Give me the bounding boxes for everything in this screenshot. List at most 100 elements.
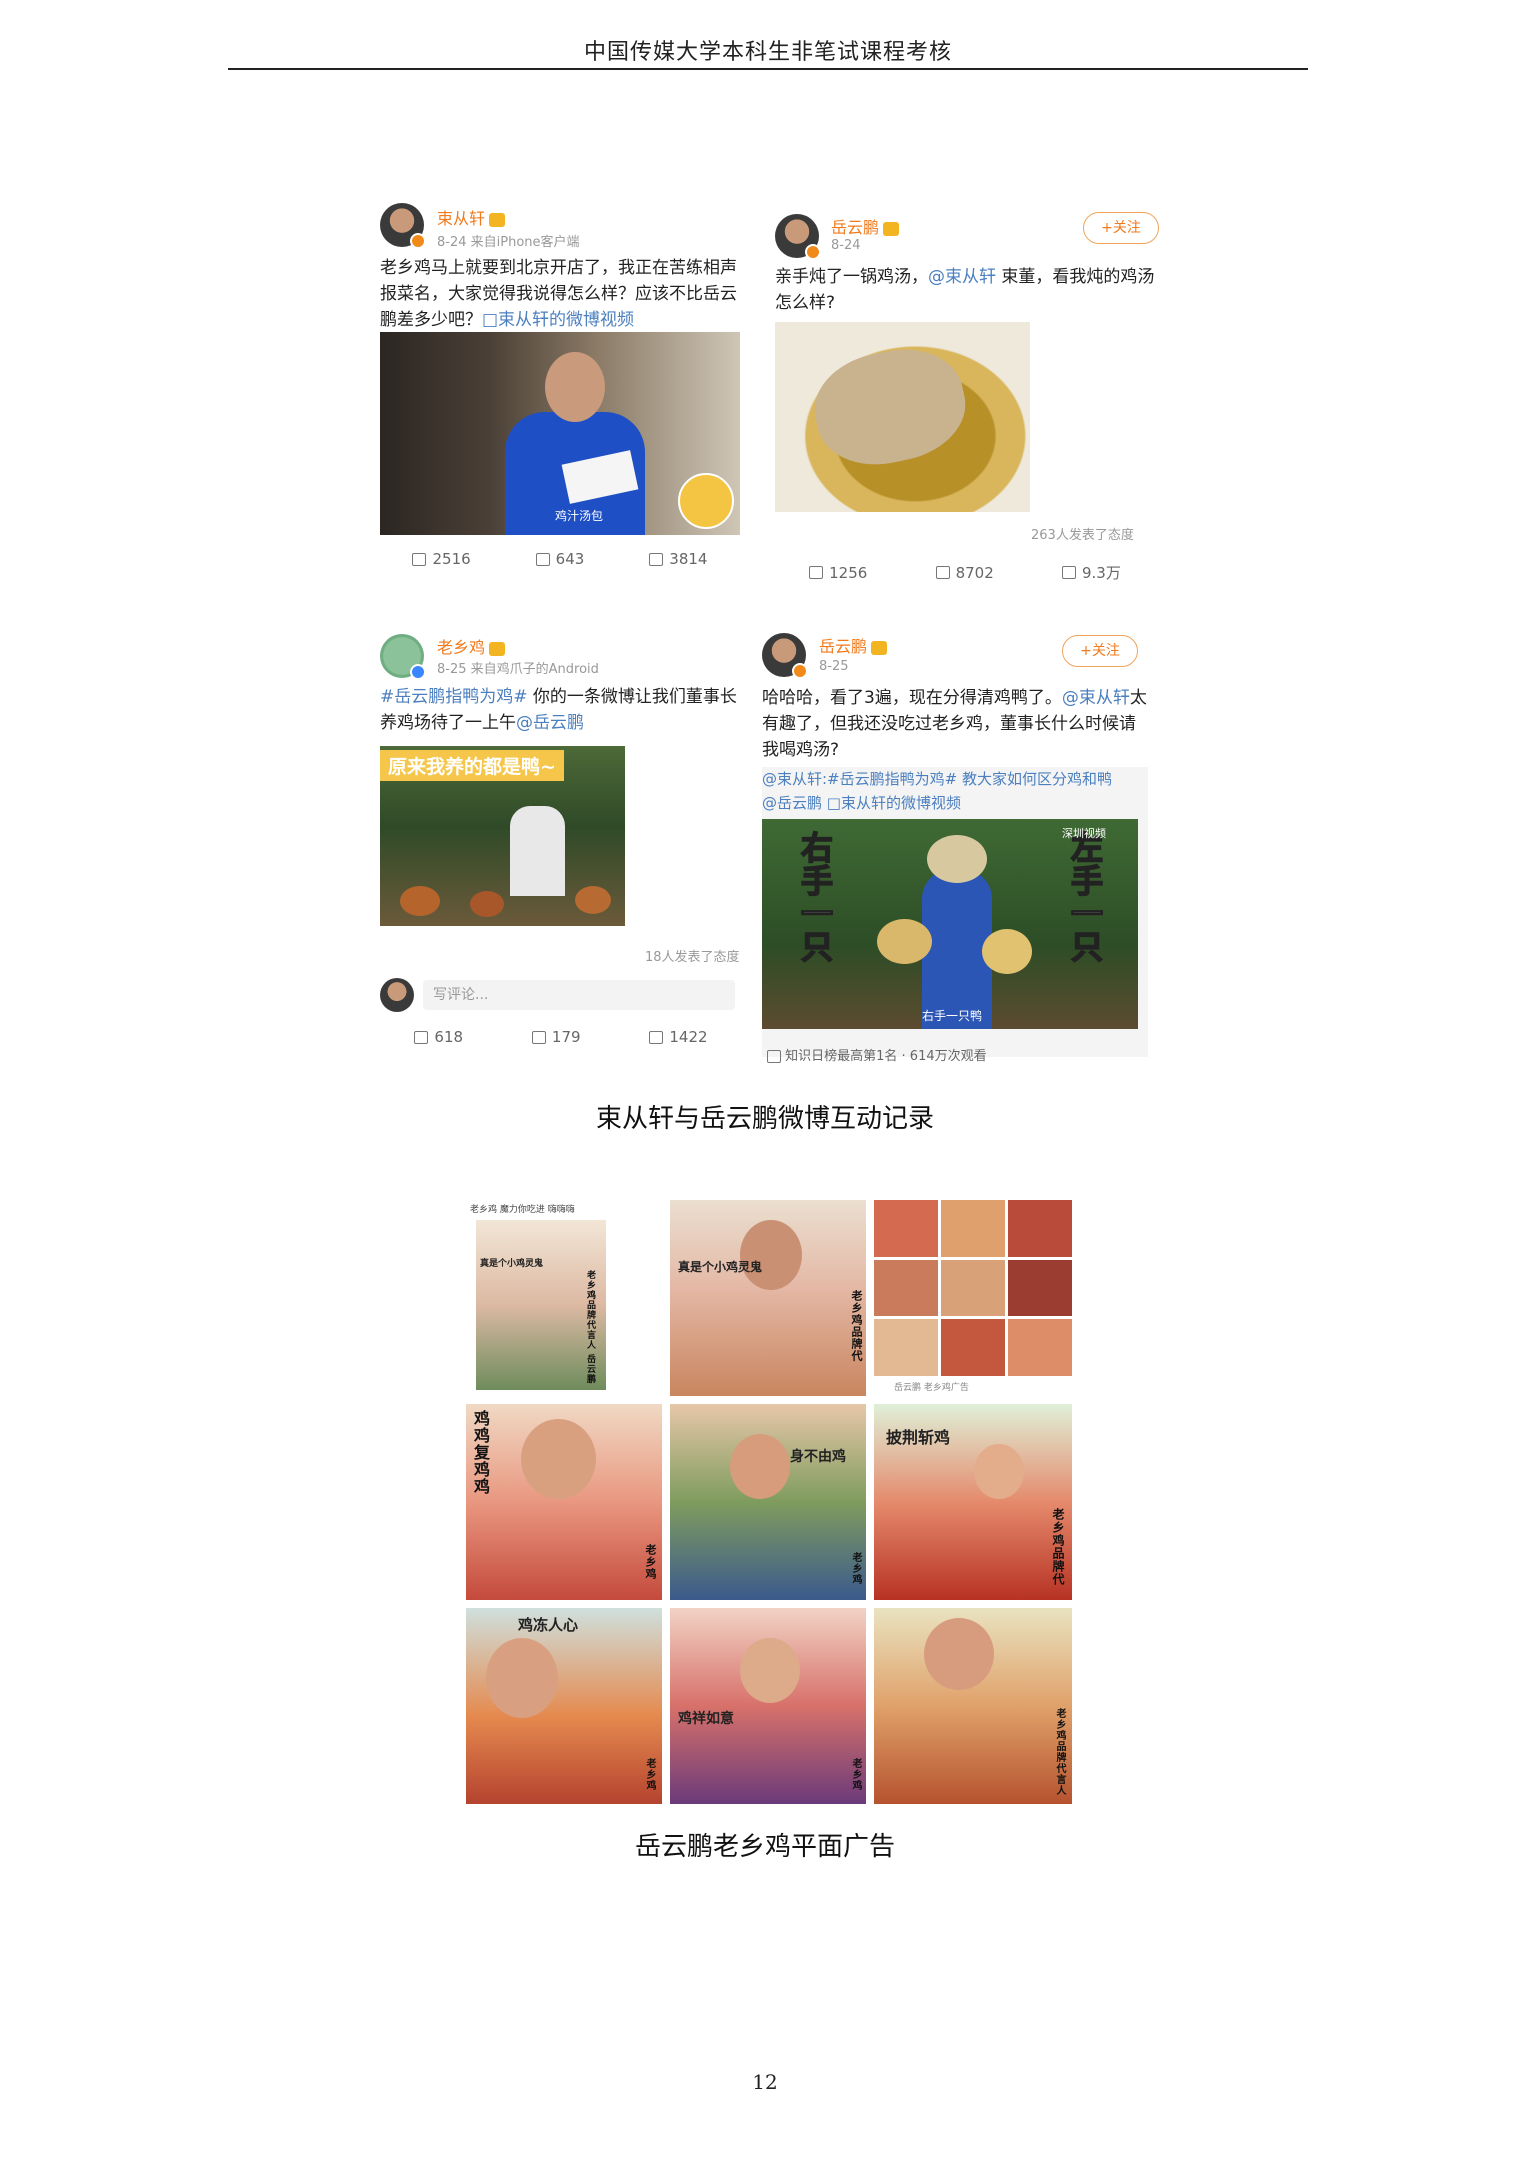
weibo-post-yue-2: 岳云鹏 8-25 +关注 哈哈哈，看了3遍，现在分得清鸡鸭了。@束从轩太有趣了，… — [757, 625, 1157, 1065]
verified-icon — [410, 664, 426, 680]
mini-tile — [1008, 1259, 1072, 1317]
post-stats: 618 179 1422 — [380, 1028, 742, 1046]
post-meta: 8-24 — [831, 238, 861, 253]
vip-icon — [871, 640, 888, 655]
repost-button[interactable]: 1256 — [809, 562, 867, 583]
face — [486, 1638, 558, 1718]
mini-tile — [874, 1200, 938, 1257]
tile-main-text: 披荆斩鸡 — [886, 1428, 951, 1447]
tile-main-text: 身不由鸡 — [790, 1449, 846, 1465]
video-link[interactable]: □束从轩的微博视频 — [482, 310, 634, 330]
mini-tile — [1008, 1319, 1072, 1376]
man-figure — [510, 806, 565, 896]
tile-main-text: 鸡冻人心 — [518, 1616, 579, 1634]
ad-tile-5: 身不由鸡 老乡鸡 — [670, 1404, 866, 1600]
face — [740, 1638, 800, 1703]
mini-tile — [941, 1200, 1005, 1257]
left-hand-text: 右手一只 — [795, 830, 835, 964]
mini-tile — [941, 1259, 1005, 1317]
figure-caption-1: 束从轩与岳云鹏微博互动记录 — [595, 1104, 934, 1134]
follow-button[interactable]: +关注 — [1062, 635, 1138, 667]
video-caption: 鸡汁汤包 — [555, 509, 604, 523]
logo-badge — [678, 473, 734, 529]
mention-link[interactable]: @岳云鹏 — [516, 713, 584, 733]
face — [521, 1419, 596, 1499]
quoted-post[interactable]: @束从轩:#岳云鹏指鸭为鸡# 教大家如何区分鸡和鸭 @岳云鹏 □束从轩的微博视频 … — [762, 767, 1148, 1057]
quote-video-link[interactable]: @岳云鹏 □束从轩的微博视频 — [762, 794, 961, 812]
vip-icon — [883, 221, 900, 236]
mini-tile — [874, 1319, 938, 1376]
chicken-soup-photo[interactable] — [775, 322, 1030, 512]
tile-main-text: 真是个小鸡灵鬼 — [678, 1260, 763, 1274]
avatar[interactable] — [380, 203, 426, 249]
ad-tile-6: 披荆斩鸡 老乡鸡品牌代 — [874, 1404, 1072, 1600]
face — [974, 1444, 1024, 1499]
post-stats: 2516 643 3814 — [380, 550, 740, 568]
video-thumbnail[interactable]: 鸡汁汤包 — [380, 332, 740, 535]
page-number: 12 — [752, 2070, 778, 2094]
comment-input[interactable]: 写评论... — [423, 980, 735, 1010]
like-button[interactable]: 3814 — [649, 550, 707, 568]
comment-button[interactable]: 179 — [531, 1028, 581, 1046]
comment-icon — [935, 566, 950, 579]
post-meta: 8-24 来自iPhone客户端 — [437, 235, 580, 250]
comment-button[interactable]: 8702 — [935, 562, 994, 583]
straw-hat — [927, 835, 987, 883]
tile-side-text: 老乡鸡 — [850, 1552, 861, 1585]
chicken — [575, 886, 611, 914]
face — [740, 1220, 802, 1290]
repost-button[interactable]: 618 — [414, 1028, 463, 1046]
face — [730, 1434, 790, 1499]
like-icon — [1062, 566, 1076, 579]
like-button[interactable]: 1422 — [649, 1028, 708, 1046]
username[interactable]: 束从轩 — [437, 205, 506, 229]
tile-main-text: 真是个小鸡灵鬼 — [480, 1259, 544, 1269]
comment-icon — [531, 1030, 546, 1044]
mention-link[interactable]: @束从轩 — [928, 267, 996, 287]
tile-main-text: 鸡祥如意 — [678, 1711, 734, 1727]
avatar[interactable] — [762, 633, 808, 679]
right-hand-text: 左手一只 — [1065, 830, 1105, 964]
follow-button[interactable]: +关注 — [1083, 212, 1159, 244]
quote-link[interactable]: @束从轩:#岳云鹏指鸭为鸡# 教大家如何区分鸡和鸭 — [762, 770, 1112, 788]
chicken — [877, 919, 932, 964]
post-meta: 8-25 来自鸡爪子的Android — [437, 662, 599, 677]
tile-main-text: 鸡鸡复鸡鸡 — [471, 1410, 490, 1495]
quote-text: @束从轩:#岳云鹏指鸭为鸡# 教大家如何区分鸡和鸭 @岳云鹏 □束从轩的微博视频 — [762, 767, 1148, 815]
post-stats: 1256 8702 9.3万 — [775, 562, 1155, 583]
tile-side-text: 老乡鸡品牌代言人 岳云鹏 — [585, 1270, 595, 1385]
tile-side-text: 老乡鸡品牌代 — [1051, 1508, 1065, 1586]
post-text: 老乡鸡马上就要到北京开店了，我正在苦练相声报菜名，大家觉得我说得怎么样？应该不比… — [380, 258, 737, 330]
post-text: 哈哈哈，看了3遍，现在分得清鸡鸭了。@束从轩太有趣了，但我还没吃过老乡鸡，董事长… — [762, 688, 1147, 760]
repost-icon — [412, 552, 427, 566]
post-text: 亲手炖了一锅鸡汤，@束从轩 束董，看我炖的鸡汤怎么样? — [775, 267, 1155, 313]
comment-button[interactable]: 643 — [535, 550, 584, 568]
hashtag-link[interactable]: #岳云鹏指鸭为鸡# — [380, 687, 528, 707]
avatar[interactable] — [775, 214, 821, 260]
username[interactable]: 老乡鸡 — [437, 634, 506, 658]
tile-footer-text: 岳云鹏 老乡鸡广告 — [894, 1383, 969, 1393]
post-meta: 8-25 — [819, 659, 849, 674]
username[interactable]: 岳云鹏 — [831, 214, 900, 238]
reactions-count: 18人发表了态度 — [645, 950, 740, 965]
repost-button[interactable]: 2516 — [412, 550, 471, 568]
ad-tile-4: 鸡鸡复鸡鸡 老乡鸡 — [466, 1404, 662, 1600]
farm-photo[interactable]: 原来我养的都是鸭~ — [380, 746, 625, 926]
chicken — [805, 337, 975, 477]
ad-tile-3: 岳云鹏 老乡鸡广告 — [874, 1200, 1072, 1396]
tile-side-text: 老乡鸡 — [850, 1758, 861, 1791]
username[interactable]: 岳云鹏 — [819, 633, 888, 657]
like-button[interactable]: 9.3万 — [1062, 562, 1121, 583]
tile-top-text: 老乡鸡 魔力你吃进 嗨嗨嗨 — [470, 1205, 575, 1215]
ad-tile-9: 老乡鸡品牌代言人 — [874, 1608, 1072, 1804]
mention-link[interactable]: @束从轩 — [1062, 688, 1130, 708]
mini-grid — [874, 1200, 1072, 1376]
comment-icon — [535, 552, 550, 566]
mini-tile — [874, 1259, 938, 1317]
chicken — [400, 886, 440, 916]
ad-grid: 老乡鸡 魔力你吃进 嗨嗨嗨 真是个小鸡灵鬼 老乡鸡品牌代言人 岳云鹏 真是个小鸡… — [466, 1200, 1072, 1820]
tile-side-text: 老乡鸡 — [644, 1544, 657, 1580]
video-thumbnail[interactable]: 右手一只 左手一只 右手一只鸭 深圳视频 — [762, 819, 1138, 1029]
avatar[interactable] — [380, 634, 426, 680]
weibo-post-shu-1: 束从轩 8-24 来自iPhone客户端 老乡鸡马上就要到北京开店了，我正在苦练… — [375, 195, 745, 590]
